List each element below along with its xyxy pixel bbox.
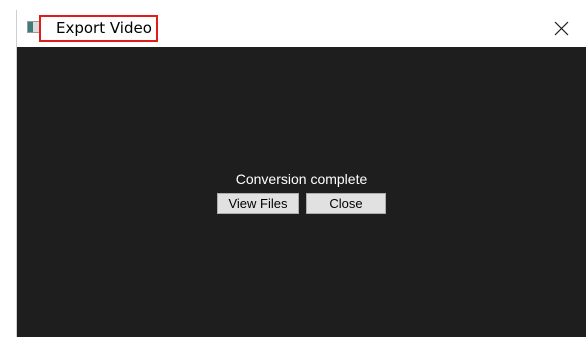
view-files-button[interactable]: View Files (217, 193, 299, 214)
window-title: Export Video (56, 19, 152, 37)
dialog-content: Conversion complete View Files Close (17, 47, 586, 337)
title-bar[interactable]: Export Video (17, 10, 586, 47)
export-video-window: Export Video Conversion complete View Fi… (16, 10, 586, 337)
status-message: Conversion complete (235, 171, 368, 187)
close-icon[interactable] (553, 20, 570, 37)
close-button[interactable]: Close (306, 193, 386, 214)
